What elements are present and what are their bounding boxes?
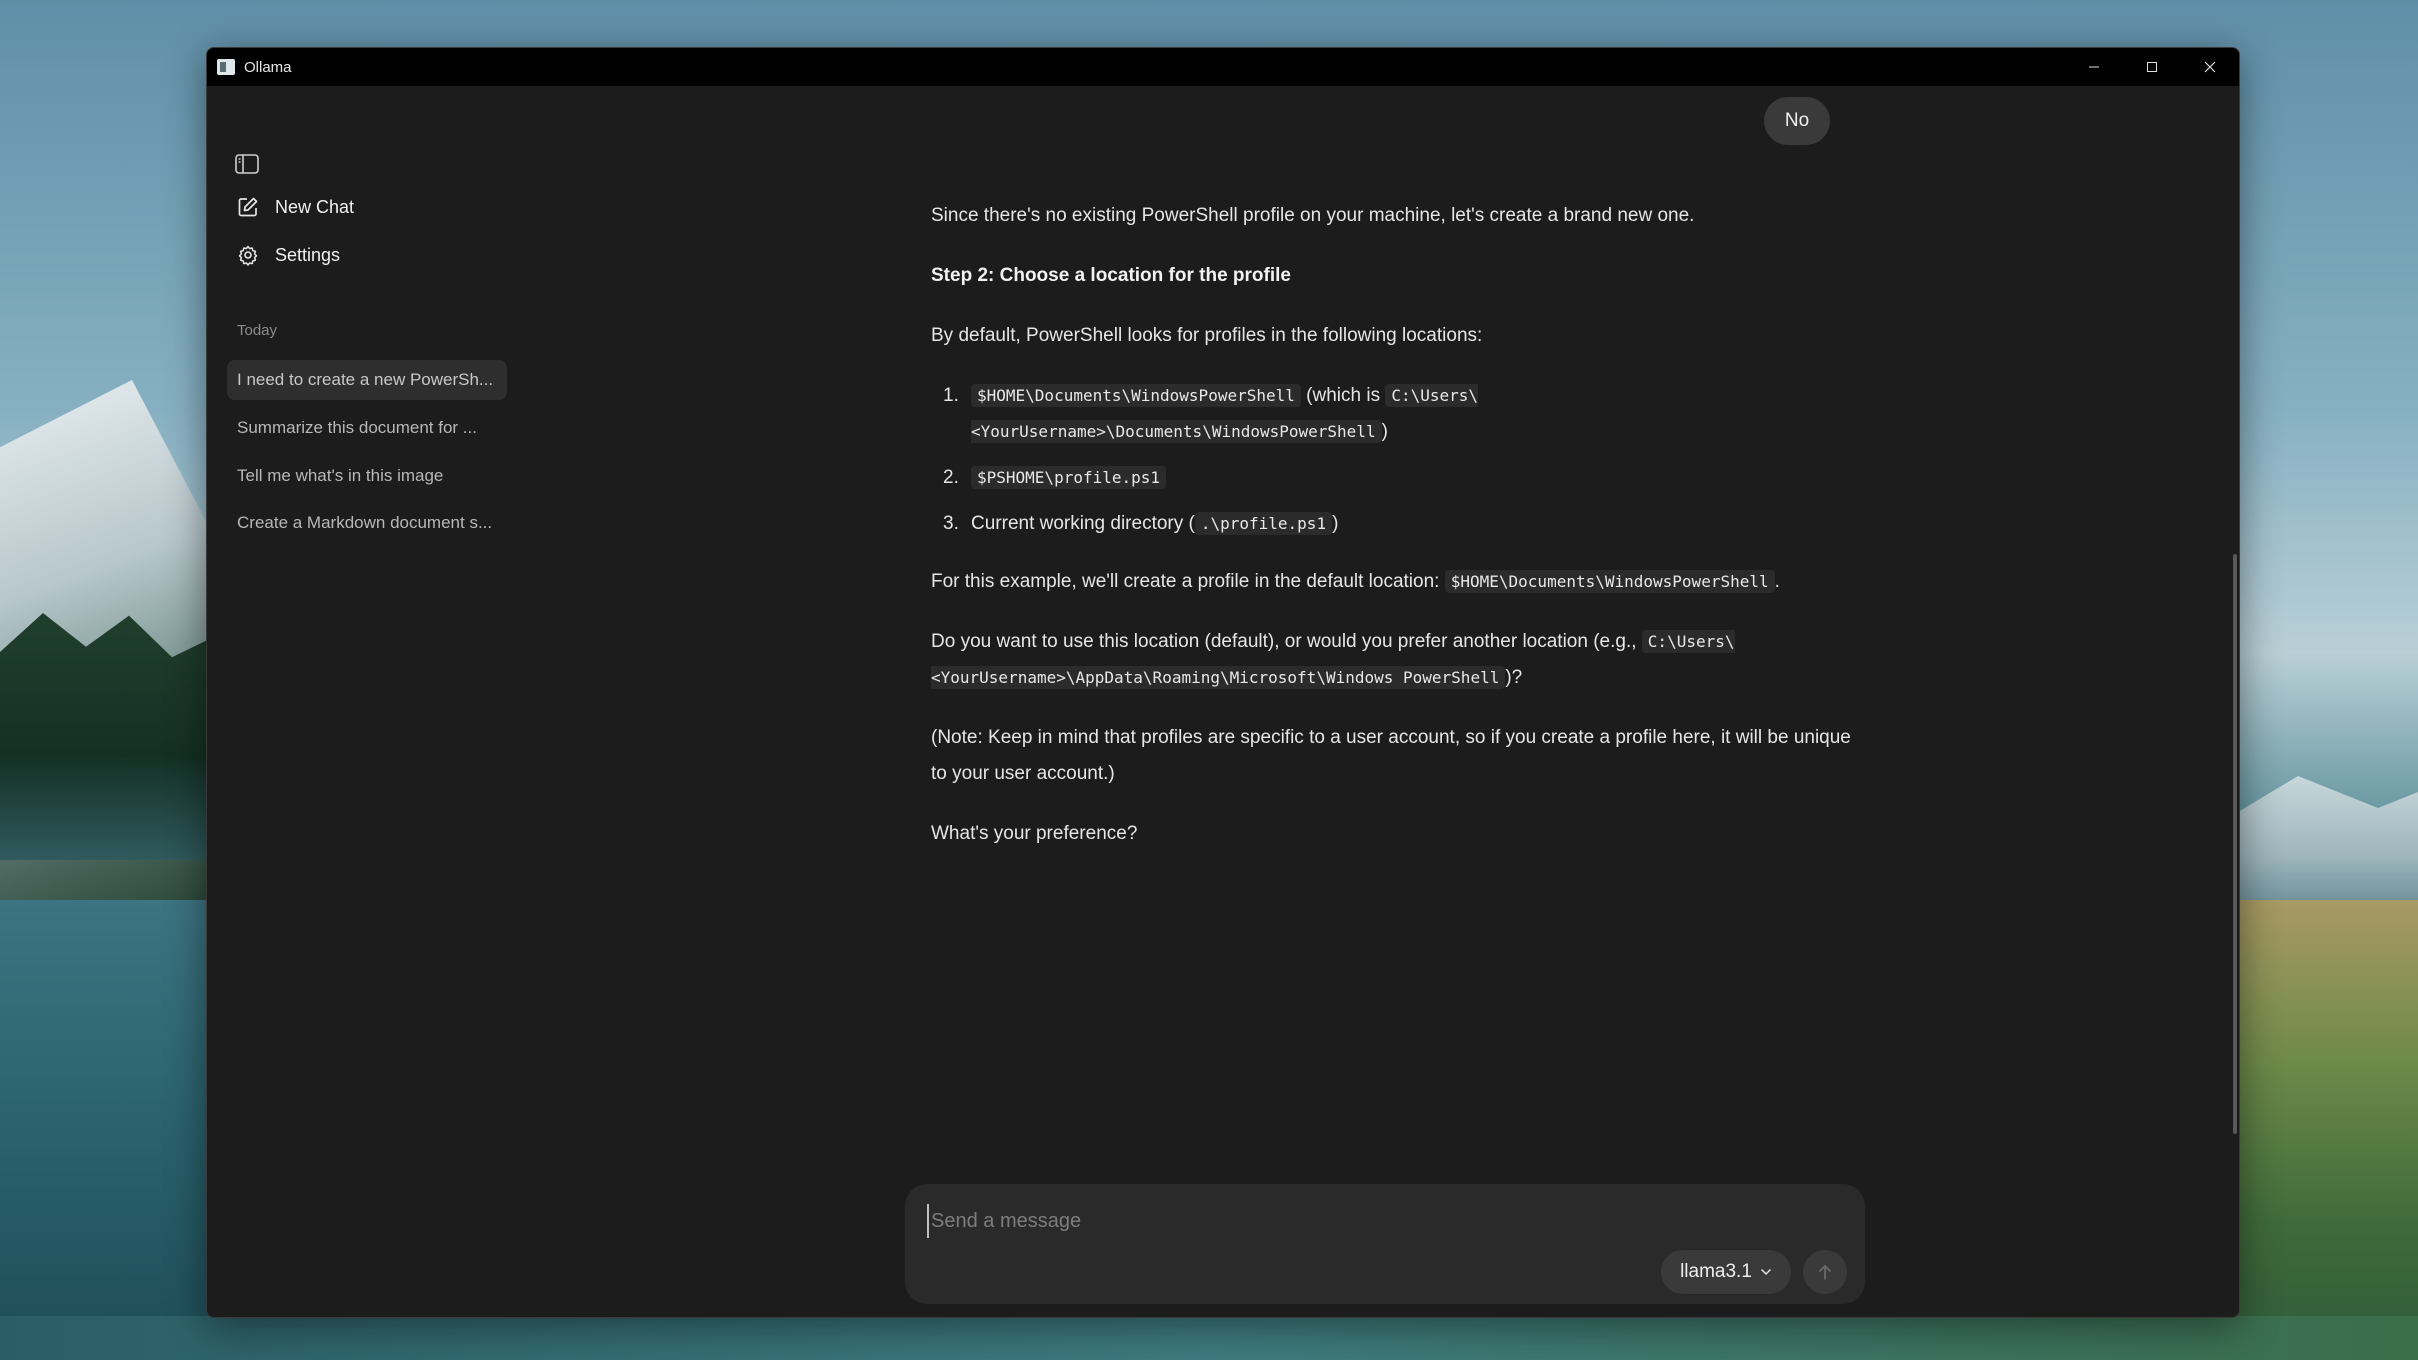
assistant-heading: Step 2: Choose a location for the profil… [931,265,1291,286]
chevron-down-icon [1760,1268,1772,1276]
app-icon [217,59,235,75]
user-message-bubble: No [1764,97,1830,145]
new-chat-label: New Chat [275,196,355,217]
locations-list: 1. $HOME\Documents\WindowsPowerShell (wh… [931,378,1851,542]
history-item[interactable]: Create a Markdown document s... [227,503,507,543]
maximize-icon [2147,62,2157,72]
background-water-left [0,900,215,1360]
close-icon [2204,61,2216,73]
inline-code: $PSHOME\profile.ps1 [971,466,1167,489]
background-mountain-right [2218,776,2418,920]
list-item: 3. Current working directory (.\profile.… [943,512,1339,535]
assistant-paragraph: Do you want to use this location (defaul… [931,630,1735,689]
sidebar: New Chat Settings Today I need to create… [207,86,507,1317]
settings-label: Settings [275,244,341,265]
history-item[interactable]: I need to create a new PowerSh... [227,360,507,400]
assistant-paragraph: What's your preference? [931,823,1138,844]
background-lake [0,1316,2418,1360]
model-selector[interactable]: llama3.1 [1661,1250,1791,1294]
window-title: Ollama [244,58,292,76]
settings-button[interactable]: Settings [237,244,340,266]
history-item[interactable]: Summarize this document for ... [227,408,507,448]
history-section-label: Today [237,322,278,339]
sidebar-toggle-icon [235,154,259,174]
edit-icon [237,196,259,218]
inline-code: .\profile.ps1 [1194,512,1333,535]
assistant-paragraph: For this example, we'll create a profile… [931,570,1780,593]
arrow-up-icon [1819,1265,1831,1280]
close-button[interactable] [2181,48,2239,86]
window-controls [2065,48,2239,86]
gear-icon [237,244,259,266]
assistant-paragraph: (Note: Keep in mind that profiles are sp… [931,727,1851,784]
model-name: llama3.1 [1680,1261,1752,1282]
list-item: 2. $PSHOME\profile.ps1 [931,460,1851,496]
app-window: Ollama New Chat Settings Today I need to… [206,47,2240,1318]
inline-code: $HOME\Documents\WindowsPowerShell [971,384,1301,407]
maximize-button[interactable] [2123,48,2181,86]
send-button[interactable] [1803,1250,1847,1294]
minimize-icon [2089,66,2099,68]
inline-code: $HOME\Documents\WindowsPowerShell [1444,570,1775,593]
message-composer: llama3.1 [905,1184,1865,1304]
assistant-paragraph: Since there's no existing PowerShell pro… [931,205,1695,226]
minimize-button[interactable] [2065,48,2123,86]
list-item: 1. $HOME\Documents\WindowsPowerShell (wh… [943,384,1479,443]
chat-scrollbar[interactable] [2233,554,2237,1134]
sidebar-toggle-button[interactable] [235,154,259,174]
assistant-message: Since there's no existing PowerShell pro… [931,198,1851,876]
background-grass-right [2238,900,2418,1360]
assistant-paragraph: By default, PowerShell looks for profile… [931,325,1483,346]
message-input[interactable] [927,1204,1807,1238]
title-bar[interactable]: Ollama [207,48,2239,86]
history-item[interactable]: Tell me what's in this image [227,456,507,496]
new-chat-button[interactable]: New Chat [237,196,354,218]
